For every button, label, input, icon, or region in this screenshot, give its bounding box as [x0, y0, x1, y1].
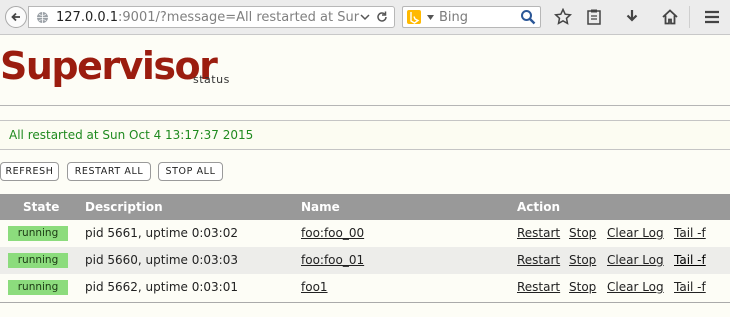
col-name: Name [301, 200, 340, 214]
home-icon[interactable] [661, 8, 679, 26]
reading-list-icon[interactable] [585, 8, 603, 26]
reload-icon[interactable] [375, 10, 389, 24]
tail-link[interactable]: Tail -f [674, 253, 706, 267]
page-header: Supervisor status [0, 35, 730, 106]
restart-link[interactable]: Restart [517, 253, 560, 267]
table-row: running pid 5660, uptime 0:03:03 foo:foo… [0, 247, 730, 274]
col-action: Action [517, 200, 561, 214]
dropdown-icon[interactable] [359, 10, 371, 24]
col-description: Description [85, 200, 163, 214]
table-row: running pid 5661, uptime 0:03:02 foo:foo… [0, 220, 730, 247]
globe-icon [37, 12, 48, 23]
supervisor-logo: Supervisor [0, 44, 218, 88]
bing-icon [407, 10, 421, 24]
table-row: running pid 5662, uptime 0:03:01 foo1 Re… [0, 274, 730, 301]
toolbar-separator [689, 6, 690, 28]
stop-link[interactable]: Stop [569, 253, 596, 267]
search-icon[interactable] [520, 9, 536, 25]
status-badge: running [8, 280, 68, 295]
stop-link[interactable]: Stop [569, 280, 596, 294]
clear-log-link[interactable]: Clear Log [607, 253, 664, 267]
restart-all-button[interactable]: RESTART ALL [67, 162, 151, 181]
refresh-button[interactable]: REFRESH [0, 162, 59, 181]
logo-subtitle: status [193, 73, 230, 86]
search-input[interactable]: Bing [439, 10, 468, 25]
browser-toolbar: 127.0.0.1:9001/?message=All restarted at… [0, 0, 730, 35]
table-bottom-border [0, 302, 730, 303]
clear-log-link[interactable]: Clear Log [607, 280, 664, 294]
back-icon [11, 12, 20, 22]
status-message: All restarted at Sun Oct 4 13:17:37 2015 [0, 120, 730, 150]
stop-link[interactable]: Stop [569, 226, 596, 240]
col-state: State [23, 200, 60, 214]
url-text: 127.0.0.1:9001/?message=All restarted at… [56, 10, 359, 25]
star-icon[interactable] [554, 8, 572, 26]
stop-all-button[interactable]: STOP ALL [158, 162, 223, 181]
search-bar[interactable]: Bing [402, 6, 541, 28]
table-header: State Description Name Action [0, 194, 730, 220]
process-description: pid 5660, uptime 0:03:03 [85, 253, 238, 267]
restart-link[interactable]: Restart [517, 226, 560, 240]
process-description: pid 5662, uptime 0:03:01 [85, 280, 238, 294]
restart-link[interactable]: Restart [517, 280, 560, 294]
clear-log-link[interactable]: Clear Log [607, 226, 664, 240]
search-engine-dropdown-icon[interactable] [427, 15, 434, 20]
page-content: Supervisor status All restarted at Sun O… [0, 35, 730, 317]
status-badge: running [8, 226, 68, 241]
tail-link[interactable]: Tail -f [674, 226, 706, 240]
menu-icon[interactable] [703, 8, 721, 26]
tail-link[interactable]: Tail -f [674, 280, 706, 294]
process-name-link[interactable]: foo1 [301, 280, 328, 294]
download-icon[interactable] [623, 8, 641, 26]
url-path: :9001/?message=All restarted at Sur [118, 10, 360, 25]
address-bar[interactable]: 127.0.0.1:9001/?message=All restarted at… [28, 6, 395, 28]
status-badge: running [8, 253, 68, 268]
url-host: 127.0.0.1 [56, 10, 119, 25]
process-name-link[interactable]: foo:foo_00 [301, 226, 364, 240]
back-button[interactable] [5, 6, 27, 28]
process-name-link[interactable]: foo:foo_01 [301, 253, 364, 267]
process-description: pid 5661, uptime 0:03:02 [85, 226, 238, 240]
